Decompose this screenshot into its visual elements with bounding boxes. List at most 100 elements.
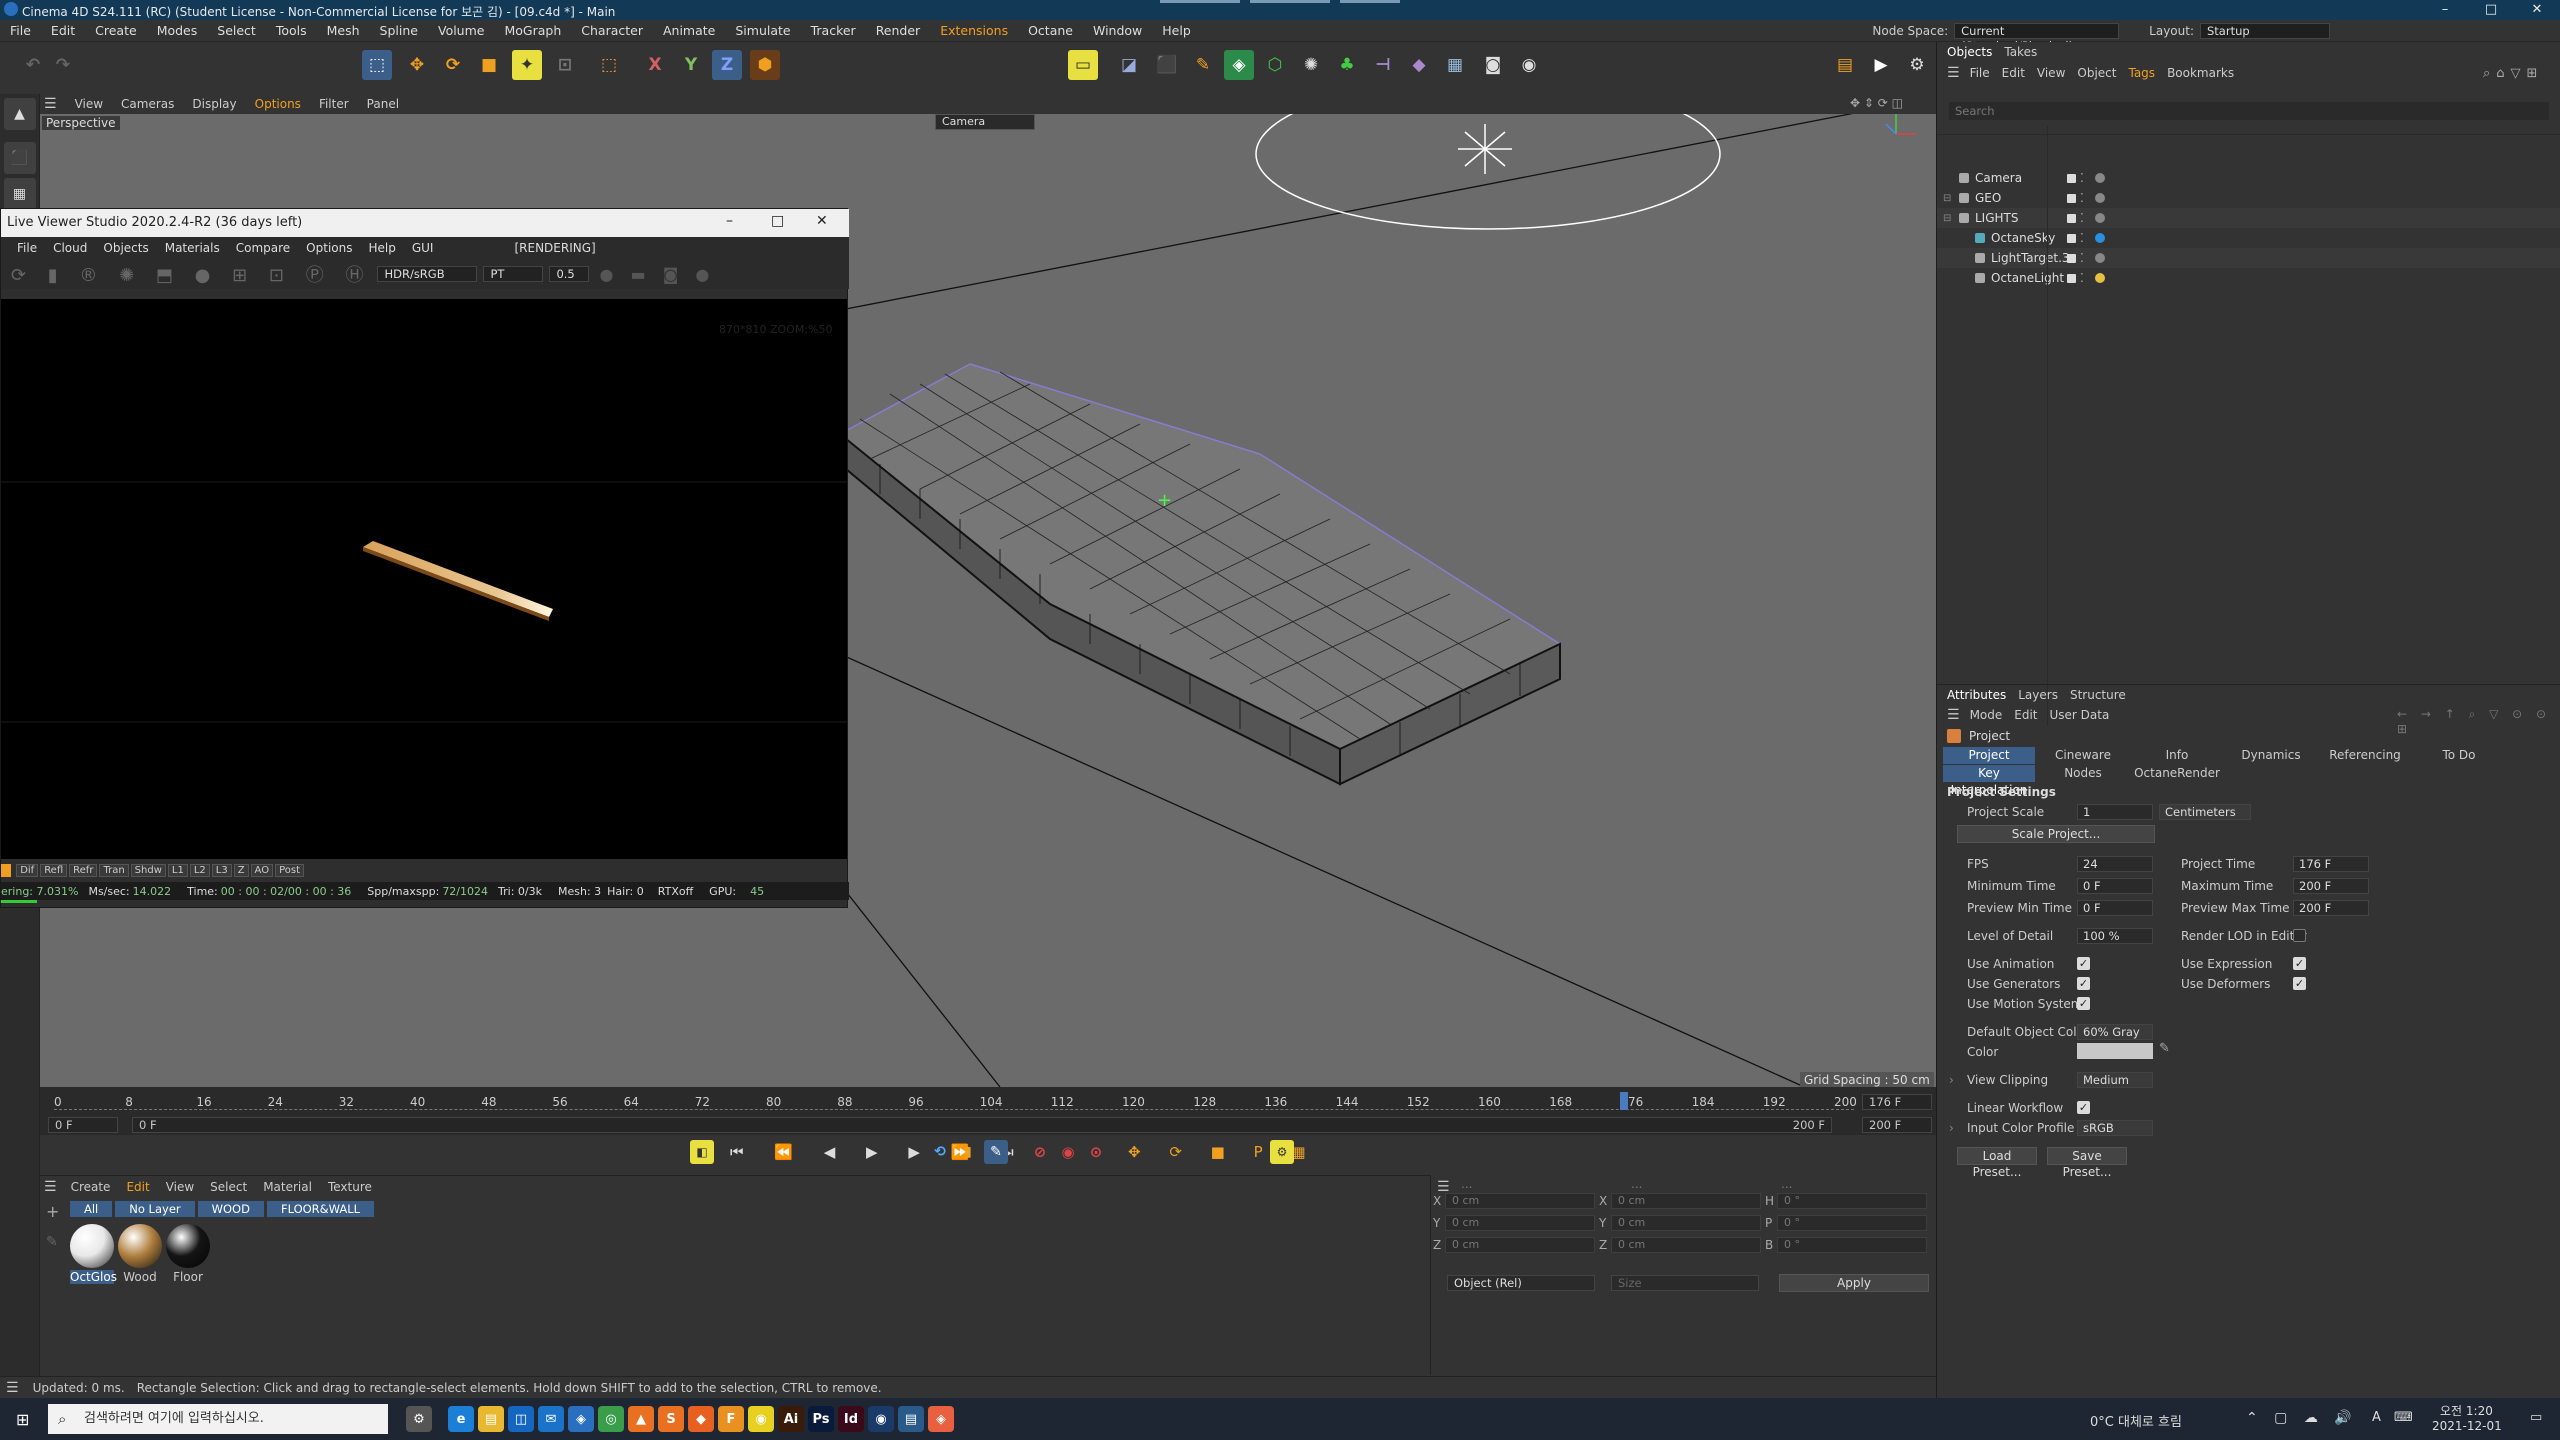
view-clipping-dropdown[interactable]: Medium xyxy=(2077,1072,2153,1088)
tag-icon[interactable]: ◆ xyxy=(1404,50,1434,80)
attr-subtab[interactable]: Info xyxy=(2131,747,2223,764)
object-menu-object[interactable]: Object xyxy=(2077,66,2116,80)
menu-octane[interactable]: Octane xyxy=(1018,20,1083,42)
viewport-menu-view[interactable]: View xyxy=(75,97,103,111)
preview-max-field[interactable]: 200 F xyxy=(2293,900,2369,916)
lv-pass-button[interactable]: Post xyxy=(275,864,305,877)
input-profile-dropdown[interactable]: sRGB xyxy=(2077,1120,2153,1136)
menu-file[interactable]: File xyxy=(0,20,41,42)
object-menu-file[interactable]: File xyxy=(1970,66,1990,80)
render-dots-icon[interactable]: ⁚ xyxy=(2080,271,2084,285)
object-tag-icon[interactable] xyxy=(2095,173,2105,183)
object-row[interactable]: LightTarget.3 ⁚ xyxy=(1937,248,2560,268)
kernel-dropdown[interactable]: PT xyxy=(483,266,544,282)
lod-field[interactable]: 100 % xyxy=(2077,928,2153,944)
windows-start-icon[interactable]: ⊞ xyxy=(16,1410,29,1429)
deformer-icon[interactable]: ✺ xyxy=(1296,50,1326,80)
object-row[interactable]: Camera ⁚ xyxy=(1937,168,2560,188)
object-tag-icon[interactable] xyxy=(2095,233,2105,243)
menu-render[interactable]: Render xyxy=(866,20,931,42)
object-search-input[interactable]: Search xyxy=(1949,102,2549,120)
use-generators-checkbox[interactable]: ✓ xyxy=(2077,977,2090,990)
default-color-dropdown[interactable]: 60% Gray xyxy=(2077,1024,2153,1040)
viewport-projection-label[interactable]: Perspective xyxy=(42,116,120,130)
lv-minimize-button[interactable]: – xyxy=(726,213,733,229)
use-motion-checkbox[interactable]: ✓ xyxy=(2077,997,2090,1010)
color-swatch[interactable] xyxy=(2077,1043,2153,1059)
render-dots-icon[interactable]: ⁚ xyxy=(2080,211,2084,225)
object-menu-view[interactable]: View xyxy=(2037,66,2065,80)
layout-dropdown[interactable]: Startup xyxy=(2200,23,2330,39)
lv-close-button[interactable]: ✕ xyxy=(816,213,828,229)
browser-app-icon[interactable]: ◈ xyxy=(568,1406,594,1432)
rotate-tool-icon[interactable]: ⟳ xyxy=(438,50,468,80)
tonemap-dropdown[interactable]: HDR/sRGB xyxy=(377,266,478,282)
attr-menu-item[interactable]: User Data xyxy=(2050,708,2110,722)
coord-field[interactable]: 0 cm xyxy=(1611,1193,1761,1209)
project-time-field[interactable]: 176 F xyxy=(2293,856,2369,872)
render-dots-icon[interactable]: ⁚ xyxy=(2080,171,2084,185)
object-menu-edit[interactable]: Edit xyxy=(2002,66,2025,80)
minimize-button[interactable]: – xyxy=(2422,0,2468,20)
fps-field[interactable]: 24 xyxy=(2077,856,2153,872)
project-scale-unit-dropdown[interactable]: Centimeters xyxy=(2159,804,2251,820)
floor-icon[interactable]: ▦ xyxy=(1440,50,1470,80)
live-selection-icon[interactable]: ✦ xyxy=(512,50,542,80)
kakaotalk-app-icon[interactable]: ◉ xyxy=(748,1406,774,1432)
object-manager-icons[interactable]: ⌕⌂▽⊞ xyxy=(2483,66,2543,81)
timeline[interactable]: 0 8 16 24 32 40 48 56 64 72 80 88 96 104 112 120 128 136 1… xyxy=(40,1087,1936,1135)
camera-dropdown[interactable]: Camera xyxy=(935,114,1035,130)
motion-path-icon[interactable]: ✎ xyxy=(984,1140,1008,1164)
keyframe-selection-icon[interactable]: ⊙ xyxy=(1084,1140,1108,1164)
tab-takes[interactable]: Takes xyxy=(2004,45,2037,59)
clock-date[interactable]: 2021-12-01 xyxy=(2432,1419,2502,1433)
menu-tracker[interactable]: Tracker xyxy=(801,20,866,42)
attr-menu-item[interactable]: Edit xyxy=(2014,708,2037,722)
lv-menu-cloud[interactable]: Cloud xyxy=(53,241,87,255)
taskbar-search-input[interactable]: 검색하려면 여기에 입력하십시오. xyxy=(48,1404,388,1434)
visibility-toggle[interactable] xyxy=(2067,233,2076,243)
coord-field[interactable]: 0 ° xyxy=(1777,1193,1927,1209)
view-clipping-chevron-icon[interactable]: › xyxy=(1949,1073,1954,1087)
linear-workflow-checkbox[interactable]: ✓ xyxy=(2077,1101,2090,1114)
material-filter[interactable]: WOOD xyxy=(197,1201,264,1217)
menu-help[interactable]: Help xyxy=(1152,20,1201,42)
viewport-nav-icons[interactable]: ✥ ⇕ ⟳ ◫ xyxy=(1850,96,1903,110)
hamburger-icon[interactable]: ☰ xyxy=(44,96,57,112)
cube-icon[interactable]: ⬛ xyxy=(1152,50,1182,80)
app-s-icon[interactable]: S xyxy=(658,1406,684,1432)
attr-subtab[interactable]: Project Settings xyxy=(1943,747,2035,779)
visibility-toggle[interactable] xyxy=(2067,273,2076,283)
file-explorer-app-icon[interactable]: ▤ xyxy=(478,1406,504,1432)
attr-menu-item[interactable]: Mode xyxy=(1970,708,2003,722)
material-menu-texture[interactable]: Texture xyxy=(328,1180,372,1194)
material-item[interactable]: Wood xyxy=(118,1224,162,1284)
coordinate-icon[interactable]: ⬚ xyxy=(594,50,624,80)
scheme-icon[interactable]: ⚙ xyxy=(1270,1140,1294,1164)
object-menu-tags[interactable]: Tags xyxy=(2128,66,2155,80)
coord-field[interactable]: 0 ° xyxy=(1777,1215,1927,1231)
coord-field[interactable]: 0 cm xyxy=(1445,1237,1595,1253)
material-filter[interactable]: No Layer xyxy=(115,1201,195,1217)
render-preview[interactable]: 870*810 ZOOM:%50 xyxy=(1,299,847,859)
store-app-icon[interactable]: ◫ xyxy=(508,1406,534,1432)
lv-extra-icons[interactable]: ● ▬ ◙ ● xyxy=(599,265,715,284)
light-icon[interactable]: ◉ xyxy=(1514,50,1544,80)
lv-pass-button[interactable]: Shdw xyxy=(130,864,166,877)
lv-toolbar-icons[interactable]: ⟳ ▮ ® ✺ ⬒ ● ⊞ ⊡ Ⓟ Ⓗ xyxy=(11,261,371,287)
min-time-field[interactable]: 0 F xyxy=(2077,878,2153,894)
preview-min-field[interactable]: 0 F xyxy=(2077,900,2153,916)
lv-menu-compare[interactable]: Compare xyxy=(236,241,290,255)
preview-range-bar[interactable]: 0 F 200 F xyxy=(132,1117,1832,1133)
tab-objects[interactable]: Objects xyxy=(1947,45,1992,59)
lv-pass-button[interactable]: AO xyxy=(250,864,274,877)
object-tag-icon[interactable] xyxy=(2095,213,2105,223)
project-scale-field[interactable]: 1 xyxy=(2077,804,2153,820)
material-menu-create[interactable]: Create xyxy=(71,1180,111,1194)
lv-menu-help[interactable]: Help xyxy=(368,241,395,255)
lv-pass-button[interactable]: L1 xyxy=(167,864,188,877)
lv-pass-button[interactable]: Z xyxy=(233,864,249,877)
attr-subtab[interactable]: Dynamics xyxy=(2225,747,2317,764)
viewport-menu-display[interactable]: Display xyxy=(192,97,236,111)
attr-subtab[interactable]: Nodes xyxy=(2037,765,2129,782)
